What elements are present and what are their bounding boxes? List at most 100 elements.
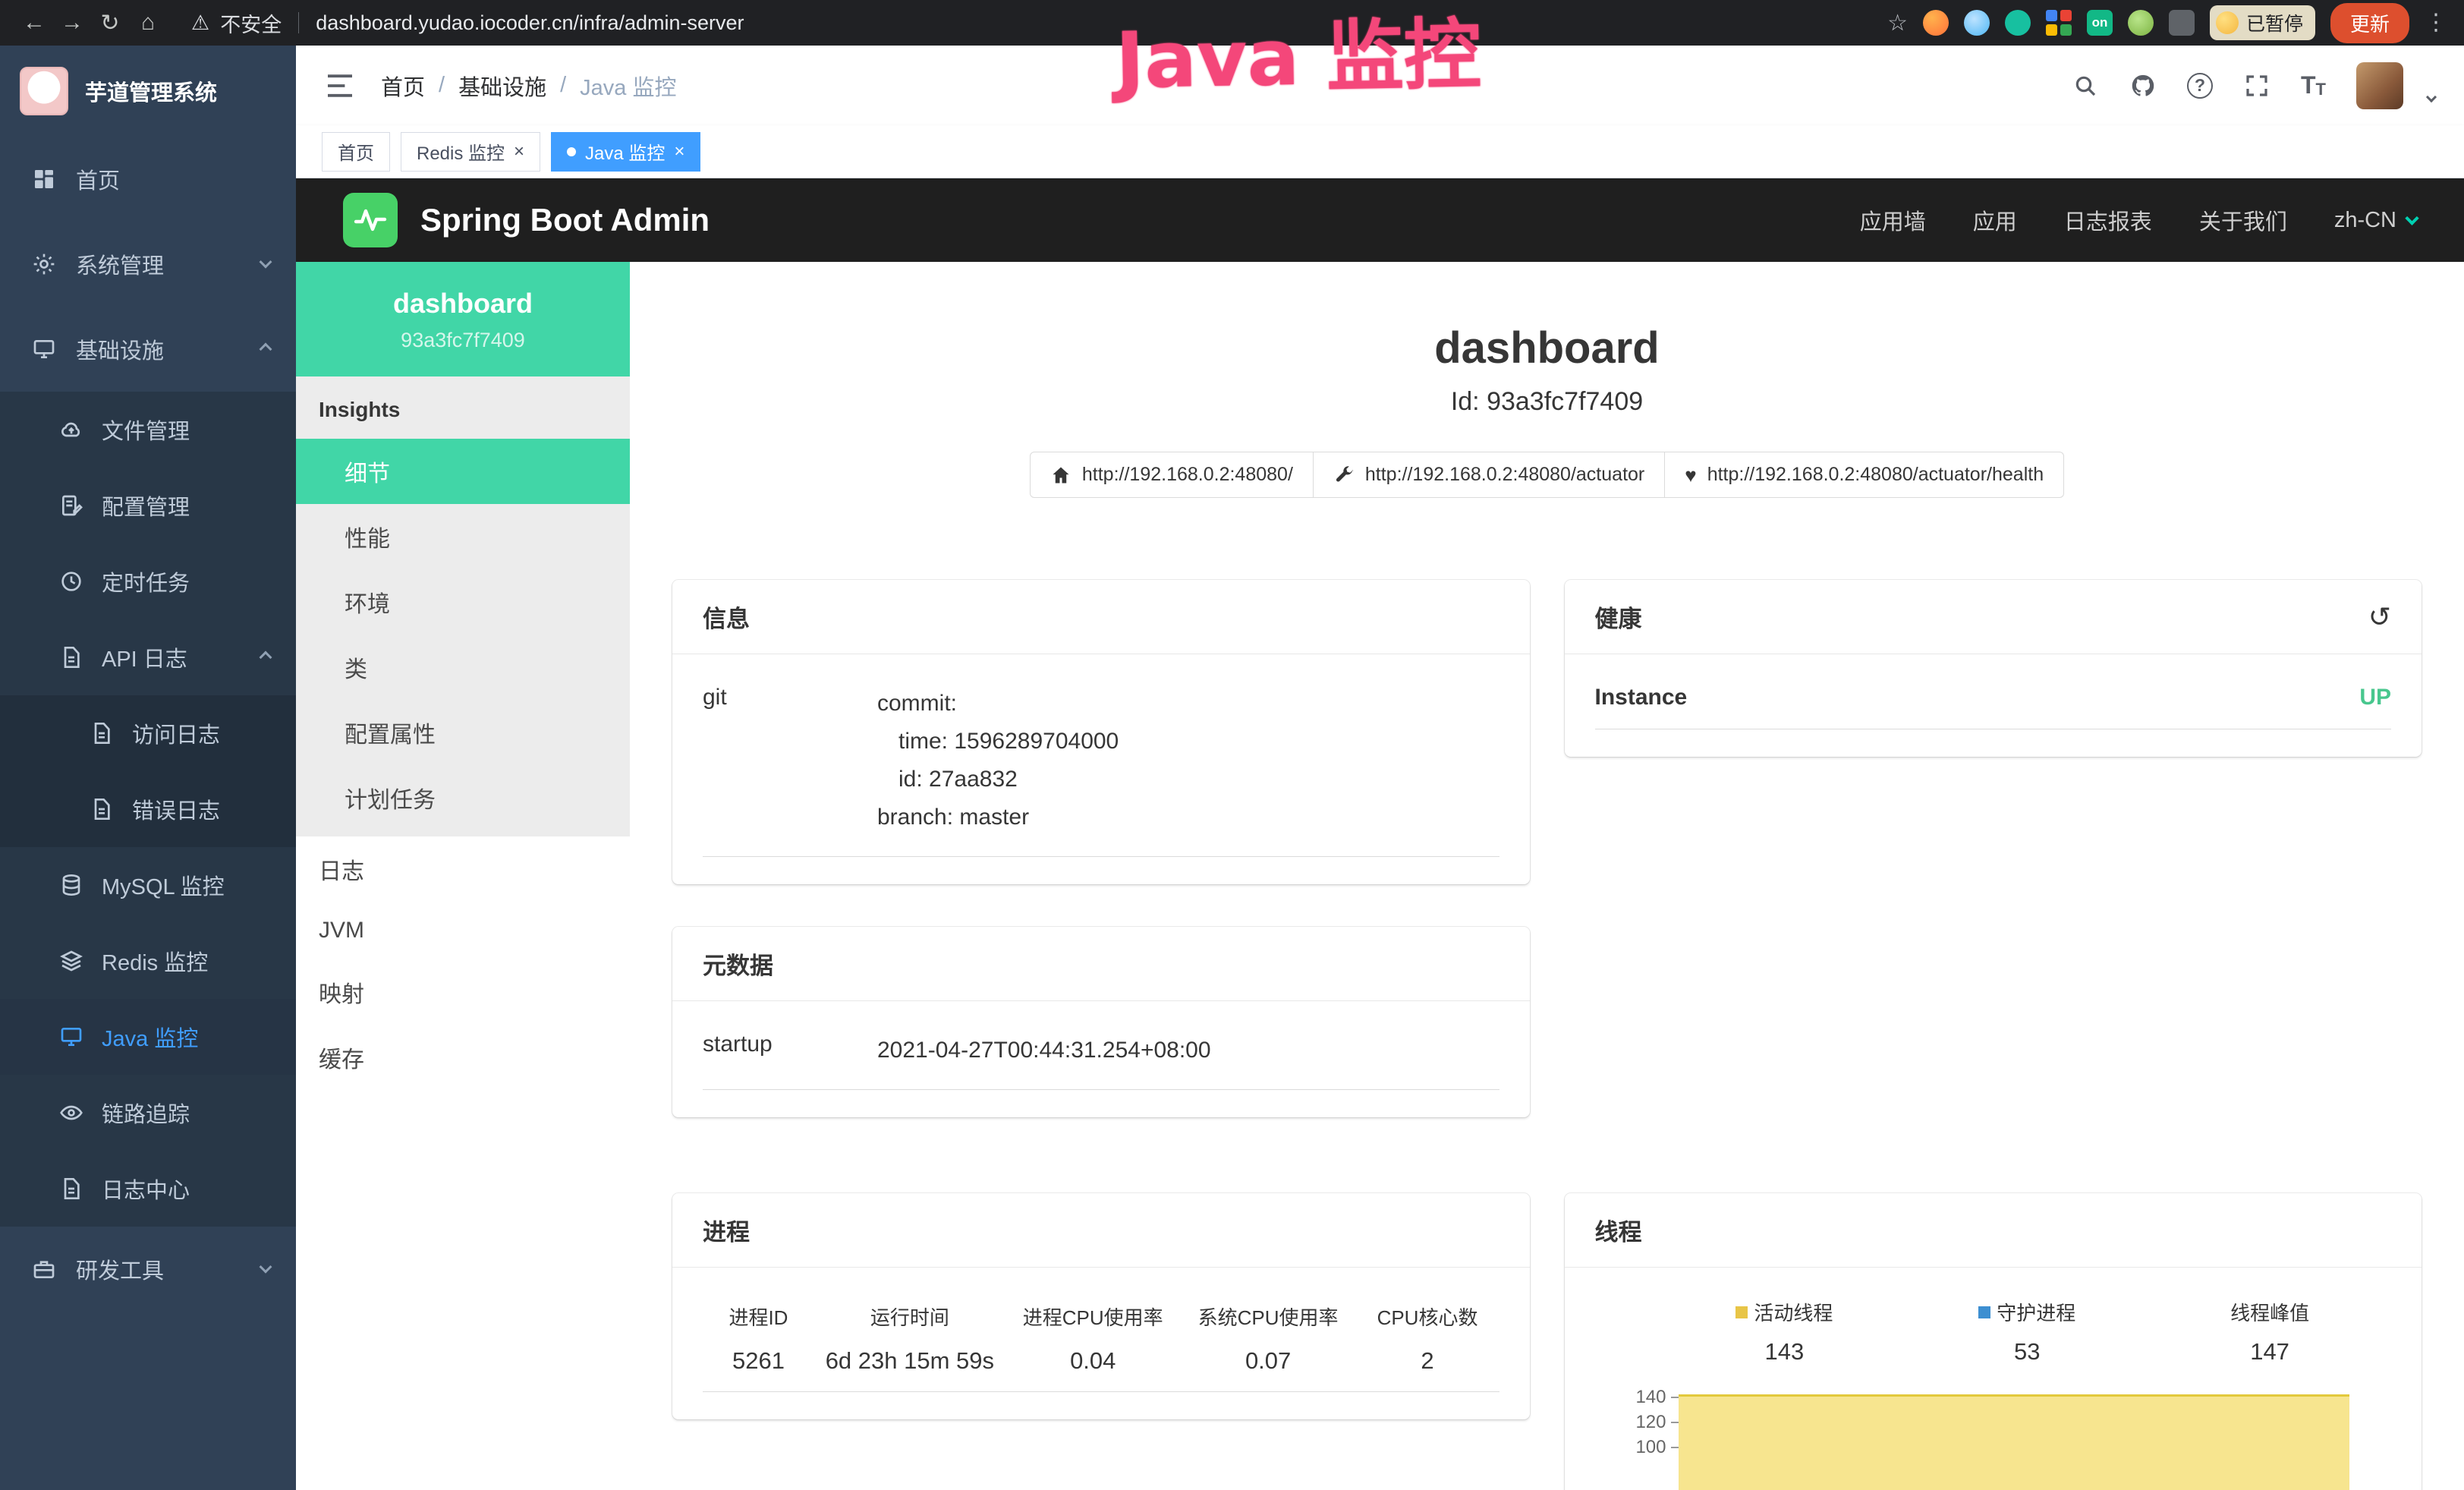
help-icon[interactable]: ?: [2187, 73, 2213, 99]
sidebar-item-file-management[interactable]: 文件管理: [0, 392, 296, 468]
browser-menu-icon[interactable]: ⋮: [2425, 11, 2447, 34]
info-row-git: git commit: time: 1596289704000 id: 27aa…: [703, 685, 1499, 857]
blocks-extension-icon[interactable]: [2046, 10, 2072, 36]
hamburger-icon[interactable]: [325, 74, 355, 98]
forward-icon[interactable]: →: [55, 5, 90, 40]
sidebar-item-system[interactable]: 系统管理: [0, 222, 296, 307]
pid-value: 5261: [703, 1341, 814, 1392]
tab-label: 首页: [338, 138, 374, 165]
threads-legend: 活动线程 143 守护进程 53: [1595, 1298, 2392, 1366]
sidebar-item-label: 系统管理: [76, 248, 164, 280]
instance-links: http://192.168.0.2:48080/ http://192.168…: [672, 452, 2422, 498]
text-size-icon[interactable]: TT: [2301, 71, 2326, 99]
sba-item-caches[interactable]: 缓存: [296, 1025, 630, 1090]
fullscreen-icon[interactable]: [2243, 72, 2270, 99]
tab-redis-monitor[interactable]: Redis 监控 ×: [401, 132, 540, 172]
service-url-button[interactable]: http://192.168.0.2:48080/: [1030, 452, 1314, 498]
sidebar-item-error-logs[interactable]: 错误日志: [0, 771, 296, 847]
health-instance-row[interactable]: Instance UP: [1595, 685, 2392, 729]
legend-daemon-threads: 守护进程 53: [1905, 1298, 2148, 1366]
sidebar-item-home[interactable]: 首页: [0, 137, 296, 222]
sidebar-item-label: 文件管理: [102, 414, 190, 446]
process-card: 进程 进程ID 运行时间 进程CPU使用率 系统CPU使用率 CPU核心数: [672, 1193, 1530, 1419]
tab-java-monitor[interactable]: Java 监控 ×: [551, 132, 700, 172]
sba-item-logs[interactable]: 日志: [296, 836, 630, 902]
switch-extension-icon[interactable]: on: [2087, 10, 2113, 36]
sidebar-item-label: MySQL 监控: [102, 869, 225, 901]
bookmark-star-icon[interactable]: ☆: [1887, 10, 1908, 36]
process-cpu-value: 0.04: [1005, 1341, 1181, 1392]
sidebar-item-access-logs[interactable]: 访问日志: [0, 695, 296, 771]
sba-item-environment[interactable]: 环境: [296, 569, 630, 635]
sba-item-mappings[interactable]: 映射: [296, 959, 630, 1025]
sba-nav-about[interactable]: 关于我们: [2199, 204, 2287, 236]
process-table-values: 5261 6d 23h 15m 59s 0.04 0.07 2: [703, 1341, 1499, 1392]
update-button[interactable]: 更新: [2330, 3, 2409, 43]
health-url-button[interactable]: ♥ http://192.168.0.2:48080/actuator/heal…: [1665, 452, 2064, 498]
locale-selector[interactable]: zh-CN: [2334, 208, 2417, 233]
sba-app-header[interactable]: dashboard 93a3fc7f7409: [296, 262, 630, 376]
back-icon[interactable]: ←: [17, 5, 52, 40]
actuator-url-button[interactable]: http://192.168.0.2:48080/actuator: [1314, 452, 1665, 498]
sba-item-configprops[interactable]: 配置属性: [296, 700, 630, 765]
github-icon[interactable]: [2129, 72, 2157, 99]
sba-item-classes[interactable]: 类: [296, 635, 630, 700]
close-icon[interactable]: ×: [514, 143, 524, 161]
app-logo-row[interactable]: 芋道管理系统: [0, 46, 296, 137]
breadcrumb-infra[interactable]: 基础设施: [458, 70, 546, 102]
sba-item-jvm[interactable]: JVM: [296, 902, 630, 959]
sidebar-item-mysql-monitor[interactable]: MySQL 监控: [0, 847, 296, 923]
fox-extension-icon[interactable]: [1923, 10, 1949, 36]
health-url: http://192.168.0.2:48080/actuator/health: [1707, 464, 2044, 486]
sba-section-label: Insights: [296, 376, 630, 439]
address-bar[interactable]: ⚠ 不安全 dashboard.yudao.iocoder.cn/infra/a…: [191, 8, 744, 38]
leaf-extension-icon[interactable]: [2128, 10, 2154, 36]
col-pid: 进程ID: [703, 1298, 814, 1341]
sidebar-item-devtools[interactable]: 研发工具: [0, 1227, 296, 1312]
sba-item-details[interactable]: 细节: [296, 439, 630, 504]
history-icon[interactable]: ↺: [2368, 601, 2391, 633]
chevron-down-icon: [2405, 211, 2418, 225]
browser-actions: ☆ on 已暂停 更新 ⋮: [1887, 3, 2447, 43]
health-card: 健康 ↺ Instance UP: [1565, 580, 2422, 757]
sidebar-item-infra[interactable]: 基础设施: [0, 307, 296, 392]
sba-item-metrics[interactable]: 性能: [296, 504, 630, 569]
info-value: commit: time: 1596289704000 id: 27aa832 …: [877, 685, 1499, 836]
sba-brand-title: Spring Boot Admin: [420, 202, 710, 238]
metadata-row-startup: startup 2021-04-27T00:44:31.254+08:00: [703, 1032, 1499, 1090]
sidebar-item-java-monitor[interactable]: Java 监控: [0, 999, 296, 1075]
service-url: http://192.168.0.2:48080/: [1082, 464, 1293, 486]
sidebar-item-redis-monitor[interactable]: Redis 监控: [0, 923, 296, 999]
sba-item-scheduled-tasks[interactable]: 计划任务: [296, 765, 630, 830]
legend-live-threads: 活动线程 143: [1663, 1298, 1906, 1366]
sidebar-item-api-logs[interactable]: API 日志: [0, 619, 296, 695]
sba-nav-journal[interactable]: 日志报表: [2064, 204, 2152, 236]
app-title: 芋道管理系统: [85, 75, 217, 107]
sba-nav-wallboard[interactable]: 应用墙: [1860, 204, 1926, 236]
search-icon[interactable]: [2072, 72, 2099, 99]
puzzle-extension-icon[interactable]: [2169, 10, 2195, 36]
sync-extension-icon[interactable]: [2005, 10, 2031, 36]
sidebar-item-tracing[interactable]: 链路追踪: [0, 1075, 296, 1151]
status-badge: UP: [2359, 685, 2391, 710]
tab-home[interactable]: 首页: [322, 132, 390, 172]
avatar[interactable]: [2356, 62, 2403, 109]
close-icon[interactable]: ×: [674, 143, 684, 161]
info-card-body: git commit: time: 1596289704000 id: 27aa…: [672, 654, 1530, 884]
legend-value: 53: [1905, 1338, 2148, 1366]
document-icon: [59, 645, 83, 669]
sidebar-item-log-center[interactable]: 日志中心: [0, 1151, 296, 1227]
drop-extension-icon[interactable]: [1964, 10, 1990, 36]
refresh-icon[interactable]: ↻: [93, 5, 127, 40]
sidebar-item-label: 定时任务: [102, 565, 190, 597]
paused-badge[interactable]: 已暂停: [2210, 5, 2315, 40]
sidebar-item-config-management[interactable]: 配置管理: [0, 468, 296, 543]
metadata-key: startup: [703, 1032, 877, 1069]
legend-label: 线程峰值: [2230, 1298, 2309, 1326]
breadcrumb-home[interactable]: 首页: [381, 70, 425, 102]
url-separator: [298, 12, 299, 33]
home-icon[interactable]: ⌂: [131, 5, 165, 40]
sidebar-item-scheduled-jobs[interactable]: 定时任务: [0, 543, 296, 619]
health-card-body: Instance UP: [1565, 654, 2422, 757]
sba-nav-applications[interactable]: 应用: [1973, 204, 2017, 236]
